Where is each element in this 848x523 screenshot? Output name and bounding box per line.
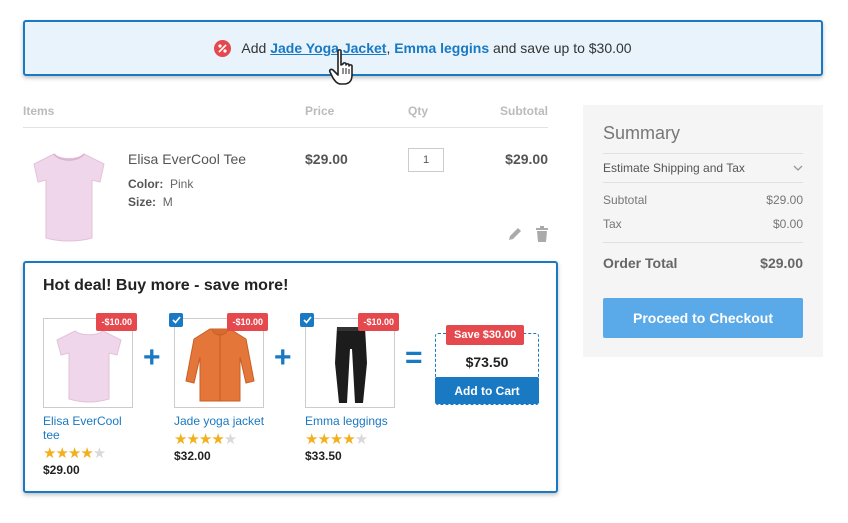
order-summary: Summary Estimate Shipping and Tax Subtot…	[583, 105, 823, 357]
summary-subtotal-row: Subtotal $29.00	[603, 193, 803, 207]
equals-sign: =	[405, 341, 423, 374]
proceed-to-checkout-button[interactable]: Proceed to Checkout	[603, 298, 803, 338]
save-badge: Save $30.00	[446, 325, 525, 345]
deal-product-name[interactable]: Jade yoga jacket	[174, 414, 266, 428]
deal-product-name[interactable]: Emma leggings	[305, 414, 397, 428]
plus-sign: +	[274, 341, 292, 374]
promo-separator: ,	[386, 40, 391, 56]
summary-title: Summary	[603, 123, 681, 143]
deal-product-price: $33.50	[305, 449, 342, 463]
deal-product-jacket: -$10.00 Jade yoga jacket ★★★★★ $32.00	[169, 313, 268, 463]
add-to-cart-button[interactable]: Add to Cart	[435, 377, 539, 404]
tax-label: Tax	[603, 217, 622, 231]
deal-product-image[interactable]: -$10.00	[169, 313, 268, 408]
header-qty: Qty	[408, 104, 429, 118]
rating-stars: ★★★★★	[174, 431, 237, 448]
header-subtotal: Subtotal	[500, 104, 548, 118]
deal-product-image[interactable]: -$10.00	[300, 313, 399, 408]
promo-prefix: Add	[241, 40, 267, 56]
header-price: Price	[305, 104, 335, 118]
chevron-down-icon	[793, 165, 803, 171]
hot-deal-box: Hot deal! Buy more - save more! -$10.00 …	[23, 261, 558, 493]
plus-sign: +	[143, 341, 161, 374]
cart-table-header: Items Price Qty Subtotal	[23, 104, 548, 128]
rating-stars: ★★★★★	[305, 431, 368, 448]
jacket-image	[185, 328, 255, 402]
order-total-row: Order Total $29.00	[603, 242, 803, 271]
trash-icon[interactable]	[535, 226, 549, 242]
deal-total-box: Save $30.00 $73.50 Add to Cart	[435, 325, 539, 405]
estimate-shipping-toggle[interactable]: Estimate Shipping and Tax	[603, 153, 803, 183]
cart-item-subtotal: $29.00	[505, 151, 548, 167]
percent-icon	[214, 39, 232, 57]
estimate-label: Estimate Shipping and Tax	[603, 161, 745, 175]
promo-banner: Add Jade Yoga Jacket, Emma leggins and s…	[23, 20, 823, 76]
deal-title: Hot deal! Buy more - save more!	[43, 277, 289, 294]
deal-product-price: $29.00	[43, 463, 80, 477]
discount-badge: -$10.00	[96, 313, 137, 331]
subtotal-label: Subtotal	[603, 193, 648, 207]
tee-image	[56, 330, 122, 403]
size-value: M	[162, 195, 173, 209]
checkbox-icon[interactable]	[169, 313, 183, 327]
deal-total-price: $73.50	[465, 354, 509, 370]
summary-tax-row: Tax $0.00	[603, 217, 803, 231]
order-total-value: $29.00	[760, 255, 803, 271]
qty-input[interactable]: 1	[408, 148, 444, 172]
deal-product-leggings: -$10.00 Emma leggings ★★★★★ $33.50	[300, 313, 399, 463]
color-value: Pink	[170, 177, 194, 191]
tax-value: $0.00	[772, 217, 803, 231]
rating-stars: ★★★★★	[43, 445, 106, 462]
promo-text: Add Jade Yoga Jacket, Emma leggins and s…	[241, 40, 631, 56]
deal-product-tee: -$10.00 Elisa EverCool tee ★★★★★ $29.00	[43, 313, 137, 477]
deal-product-price: $32.00	[174, 449, 211, 463]
hand-cursor-icon	[328, 49, 353, 85]
header-items: Items	[23, 104, 55, 118]
order-total-label: Order Total	[603, 255, 678, 271]
deal-product-name[interactable]: Elisa EverCool tee	[43, 414, 135, 442]
cart-item-color: Color: Pink	[128, 177, 193, 191]
cart-item-size: Size: M	[128, 195, 173, 209]
product-image-tee[interactable]	[30, 148, 108, 244]
size-label: Size:	[128, 195, 157, 209]
discount-badge: -$10.00	[358, 313, 399, 331]
promo-suffix: and save up to $30.00	[493, 40, 632, 56]
promo-link-leggings[interactable]: Emma leggins	[394, 40, 489, 56]
subtotal-value: $29.00	[766, 193, 803, 207]
deal-product-image[interactable]: -$10.00	[43, 313, 137, 408]
leggings-image	[335, 327, 367, 403]
cart-item-price: $29.00	[305, 151, 348, 167]
edit-icon[interactable]	[507, 226, 523, 242]
cart-item-name[interactable]: Elisa EverCool Tee	[128, 151, 246, 167]
discount-badge: -$10.00	[227, 313, 268, 331]
checkbox-icon[interactable]	[300, 313, 314, 327]
color-label: Color:	[128, 177, 164, 191]
